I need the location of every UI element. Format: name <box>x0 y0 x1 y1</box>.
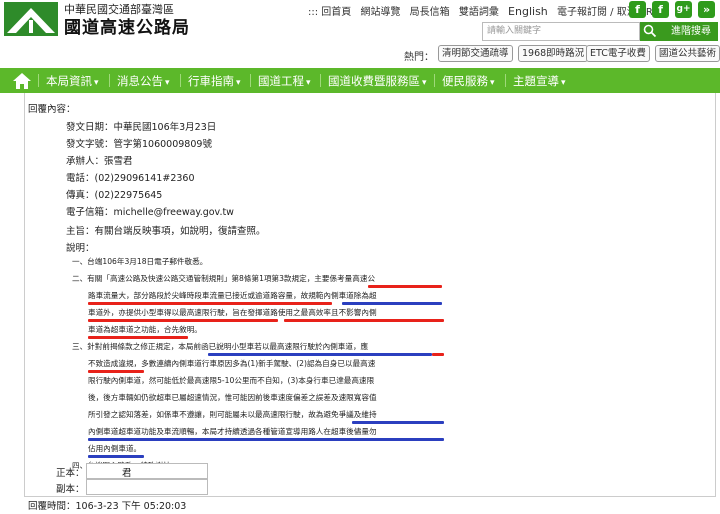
reply-heading: 回覆內容： <box>28 104 76 115</box>
blue-underline <box>208 353 432 356</box>
nav-divider <box>109 74 110 87</box>
nav-item-toll-service[interactable]: 國道收費暨服務區 ▾ <box>328 73 427 89</box>
explain-line: 所引發之認知落差，如係車不遵讓，則可能屬未以最高速限行駛，故為避免爭議及維持 <box>88 410 377 419</box>
hot-tag[interactable]: ETC電子收費 <box>586 45 650 62</box>
nav-divider <box>434 74 435 87</box>
nav-divider <box>250 74 251 87</box>
site-header: 中華民國交通部臺灣區 國道高速公路局 ::: 回首頁 網站導覽 局長信箱 雙語詞… <box>0 0 720 68</box>
original-label: 正本： <box>56 468 85 479</box>
chevron-down-icon: ▾ <box>422 78 427 88</box>
original-recipient-box <box>86 463 208 479</box>
copy-label: 副本： <box>56 484 85 495</box>
red-underline <box>88 370 144 373</box>
chevron-down-icon: ▾ <box>94 78 99 88</box>
explain-line: 不致造成違規，多數連續內側車道行車原因多為(1)新手駕駛、(2)認為自身已以最高… <box>88 359 376 368</box>
doc-number: 發文字號：管字第1060009809號 <box>66 139 212 150</box>
freeway-logo[interactable] <box>4 2 58 36</box>
main-nav: 本局資訊 ▾ 消息公告 ▾ 行車指南 ▾ 國道工程 ▾ 國道收費暨服務區 ▾ 便民服務 ▾ … <box>0 68 720 93</box>
red-underline <box>284 319 444 322</box>
english-link[interactable]: English <box>508 5 548 18</box>
blue-underline <box>352 421 444 424</box>
nav-item-driving-guide[interactable]: 行車指南 ▾ <box>188 73 241 89</box>
home-link[interactable]: ::: 回首頁 <box>308 7 351 18</box>
explain-line: 限行駛內側車道，然可能低於最高速限5-10公里而不自知，(3)本身行車已達最高速… <box>88 376 375 385</box>
nav-divider <box>180 74 181 87</box>
nav-divider <box>320 74 321 87</box>
explain-line: 後，後方車輛如仍欲超車已屬超速情況，惟可能因前後車速度偏差之誤差及速限寬容值 <box>88 393 377 402</box>
explain-line: 佔用內側車道。 <box>88 444 142 453</box>
blue-underline <box>342 302 442 305</box>
nav-divider <box>38 74 39 87</box>
doc-email: 電子信箱：michelle@freeway.gov.tw <box>66 207 234 218</box>
hot-tag[interactable]: 1968即時路況 <box>518 45 589 62</box>
red-underline <box>368 285 442 288</box>
advanced-search-button[interactable]: 進階搜尋 <box>664 22 718 41</box>
nav-item-engineering[interactable]: 國道工程 ▾ <box>258 73 311 89</box>
nav-item-topics[interactable]: 主題宣導 ▾ <box>513 73 566 89</box>
blue-underline <box>88 438 444 441</box>
director-mailbox-link[interactable]: 局長信箱 <box>410 7 450 18</box>
explain-line: 一、台端106年3月18日電子郵件敬悉。 <box>72 257 208 266</box>
share-icon[interactable]: » <box>698 1 715 18</box>
chevron-down-icon: ▾ <box>236 78 241 88</box>
hot-label: 熱門： <box>404 52 434 63</box>
search-input[interactable]: 請輸入關鍵字 <box>482 22 640 41</box>
facebook-icon[interactable]: f <box>652 1 669 18</box>
explain-line: 三、針對前揭條款之修正規定，本局前函已說明小型車若以最高速限行駛於內側車道，應 <box>72 342 369 351</box>
chevron-down-icon: ▾ <box>561 78 566 88</box>
nav-divider <box>505 74 506 87</box>
blue-underline <box>88 455 144 458</box>
original-recipient: 君 <box>122 468 132 479</box>
red-underline <box>88 319 278 322</box>
newsletter-link[interactable]: 電子報訂閱 / 取消 <box>557 7 637 18</box>
nav-item-public-service[interactable]: 便民服務 ▾ <box>442 73 495 89</box>
reply-time: 回覆時間：106-3-23 下午 05:20:03 <box>28 501 187 512</box>
site-name[interactable]: 國道高速公路局 <box>64 13 190 38</box>
doc-subject: 主旨：有關台端反映事項，如說明，復請查照。 <box>66 226 266 237</box>
top-links: ::: 回首頁 網站導覽 局長信箱 雙語詞彙 English 電子報訂閱 / 取… <box>308 3 672 18</box>
chevron-down-icon: ▾ <box>490 78 495 88</box>
sitemap-link[interactable]: 網站導覽 <box>360 7 400 18</box>
explain-line: 內側車道超車道功能及車流順暢，本局才持續透過各種管道宣導用路人在超車後儘量勿 <box>88 427 377 436</box>
chevron-down-icon: ▾ <box>165 78 170 88</box>
explain-line: 二、有關「高速公路及快速公路交通管制規則」第8條第1項第3款規定，主要係考量高速… <box>72 274 376 283</box>
nav-item-news[interactable]: 消息公告 ▾ <box>117 73 170 89</box>
doc-phone: 電話：(02)29096141#2360 <box>66 173 195 184</box>
doc-fax: 傳真：(02)22975645 <box>66 190 163 201</box>
red-underline <box>88 302 332 305</box>
red-underline <box>88 336 188 339</box>
explain-line: 路車流量大，部分路段於尖峰時段車流量已接近或逾道路容量，故規範內側車道除為超 <box>88 291 377 300</box>
hot-tag[interactable]: 清明節交通疏導 <box>438 45 513 62</box>
facebook-icon[interactable]: f <box>629 1 646 18</box>
nav-item-about[interactable]: 本局資訊 ▾ <box>46 73 99 89</box>
explain-line: 車道為超車道之功能，合先敘明。 <box>88 325 202 334</box>
bilingual-glossary-link[interactable]: 雙語詞彙 <box>459 7 499 18</box>
doc-date: 發文日期：中華民國106年3月23日 <box>66 122 217 133</box>
explain-line: 車道外，亦提供小型車得以最高速限行駛，旨在發揮道路使用之最高效率且不影響內側 <box>88 308 377 317</box>
google-plus-icon[interactable]: g+ <box>675 1 692 18</box>
doc-explain-label: 說明： <box>66 243 95 254</box>
doc-handler: 承辦人：張雪君 <box>66 156 133 167</box>
copy-recipient-box <box>86 479 208 495</box>
hot-tag[interactable]: 國道公共藝術 <box>655 45 720 62</box>
home-icon[interactable] <box>12 72 32 90</box>
red-underline <box>432 353 444 356</box>
reply-content: 回覆內容： 發文日期：中華民國106年3月23日 發文字號：管字第1060009… <box>0 93 720 514</box>
search-icon <box>643 24 657 38</box>
chevron-down-icon: ▾ <box>306 78 311 88</box>
